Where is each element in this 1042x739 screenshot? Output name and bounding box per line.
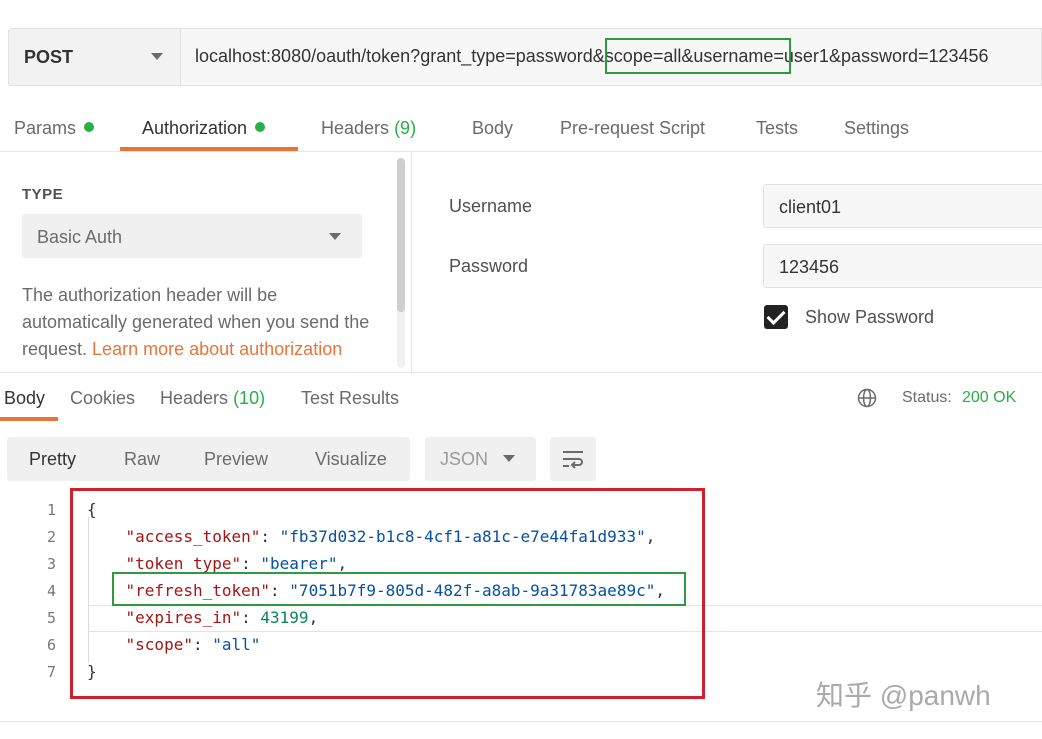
active-response-tab-indicator	[0, 417, 58, 421]
view-raw-button[interactable]: Raw	[124, 449, 160, 470]
wrap-lines-button[interactable]	[550, 437, 596, 481]
tab-headers[interactable]: Headers (9)	[321, 118, 416, 139]
tab-settings[interactable]: Settings	[844, 118, 909, 139]
refresh-token-annotation-box	[112, 572, 686, 606]
divider	[0, 151, 1042, 152]
tab-tests[interactable]: Tests	[756, 118, 798, 139]
response-tab-cookies[interactable]: Cookies	[70, 388, 135, 409]
request-bar: POST localhost:8080/oauth/token?grant_ty…	[8, 28, 1042, 86]
panel-divider	[411, 152, 412, 372]
password-input[interactable]: 123456	[763, 244, 1042, 288]
auth-description: The authorization header will be automat…	[22, 285, 370, 359]
check-icon	[766, 305, 786, 326]
url-input[interactable]: localhost:8080/oauth/token?grant_type=pa…	[180, 28, 1042, 86]
divider	[0, 372, 1042, 373]
url-annotation-box	[605, 38, 791, 74]
view-preview-button[interactable]: Preview	[204, 449, 268, 470]
password-label: Password	[449, 256, 529, 276]
method-label: POST	[24, 47, 74, 67]
password-value: 123456	[779, 257, 840, 277]
scrollbar[interactable]	[397, 158, 405, 368]
method-select[interactable]: POST	[8, 28, 180, 86]
chevron-down-icon	[151, 53, 163, 60]
auth-type-select[interactable]: Basic Auth	[22, 214, 362, 258]
watermark: 知乎 @panwh	[816, 680, 991, 711]
format-value: JSON	[440, 449, 489, 469]
tab-params[interactable]: Params	[14, 118, 95, 139]
url-text: localhost:8080/oauth/token?grant_type=pa…	[195, 46, 989, 66]
tab-pre-request-script[interactable]: Pre-request Script	[560, 118, 705, 139]
view-pretty-button[interactable]: Pretty	[29, 449, 76, 470]
status-value: 200 OK	[962, 389, 1017, 406]
active-dot-icon	[84, 122, 95, 133]
scroll-thumb[interactable]	[397, 158, 405, 312]
auth-type-heading: TYPE	[22, 186, 64, 203]
tab-authorization[interactable]: Authorization	[142, 118, 266, 139]
divider	[0, 721, 1042, 722]
wrap-lines-icon	[563, 451, 583, 469]
username-label: Username	[449, 196, 533, 216]
globe-icon[interactable]	[857, 388, 877, 408]
username-input[interactable]: client01	[763, 184, 1042, 228]
tab-body[interactable]: Body	[472, 118, 513, 139]
active-dot-icon	[255, 122, 266, 133]
username-value: client01	[779, 197, 842, 217]
format-select[interactable]: JSON	[425, 437, 536, 481]
show-password-checkbox[interactable]	[764, 305, 788, 329]
response-tab-headers[interactable]: Headers (10)	[160, 388, 265, 409]
auth-type-value: Basic Auth	[37, 227, 123, 247]
view-mode-group: Pretty Raw Preview Visualize	[7, 437, 410, 481]
response-tab-test-results[interactable]: Test Results	[301, 388, 399, 409]
view-visualize-button[interactable]: Visualize	[315, 449, 387, 470]
chevron-down-icon	[503, 455, 515, 462]
show-password-label: Show Password	[805, 307, 935, 327]
learn-more-link[interactable]: Learn more about authorization	[92, 339, 342, 359]
status-label: Status:	[902, 389, 952, 406]
response-tab-body[interactable]: Body	[4, 388, 45, 409]
chevron-down-icon	[329, 233, 341, 240]
